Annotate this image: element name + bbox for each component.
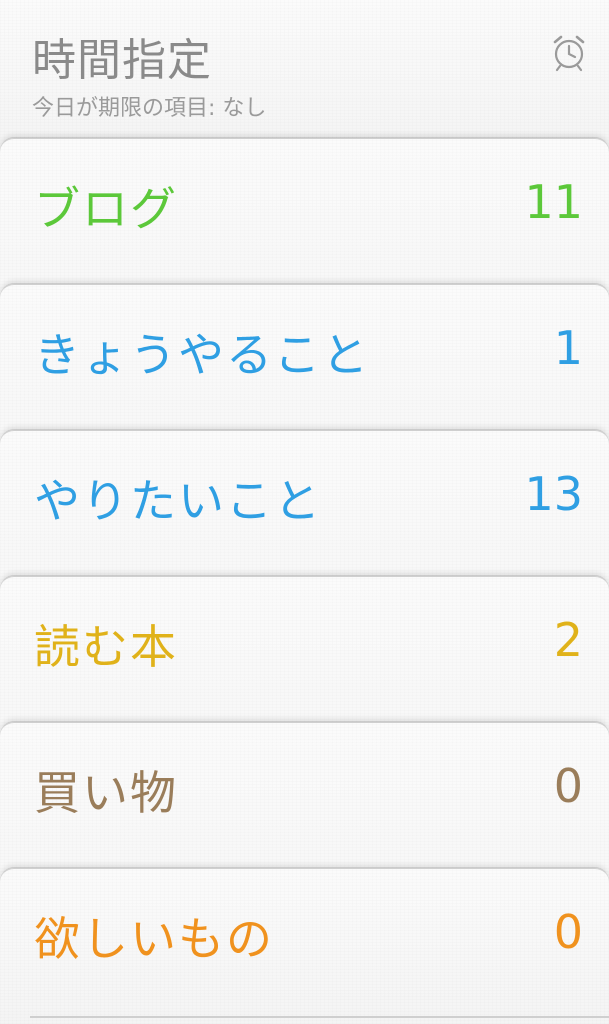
list-count: 1 <box>553 321 583 375</box>
list-name: 読む本 <box>34 620 178 674</box>
scheduled-card[interactable]: 時間指定 今日が期限の項目: なし <box>0 0 609 150</box>
list-name: 買い物 <box>34 766 178 820</box>
list-count: 2 <box>553 613 583 667</box>
list-card-wishlist[interactable]: 欲しいもの 0 <box>0 868 609 1024</box>
reminders-list-stack: 時間指定 今日が期限の項目: なし ブログ 11 きょうやること 1 やりたいこ… <box>0 0 609 1024</box>
list-name: やりたいこと <box>34 474 322 528</box>
list-count: 11 <box>524 175 583 229</box>
list-name: ブログ <box>34 182 178 236</box>
alarm-clock-icon <box>553 35 585 72</box>
list-name: 欲しいもの <box>34 912 274 966</box>
scheduled-title: 時間指定 <box>32 35 212 86</box>
list-count: 0 <box>553 759 583 813</box>
list-count: 13 <box>524 467 583 521</box>
next-card-edge <box>30 1016 609 1018</box>
list-count: 0 <box>553 905 583 959</box>
scheduled-subtitle: 今日が期限の項目: なし <box>32 96 267 121</box>
list-name: きょうやること <box>34 328 370 382</box>
